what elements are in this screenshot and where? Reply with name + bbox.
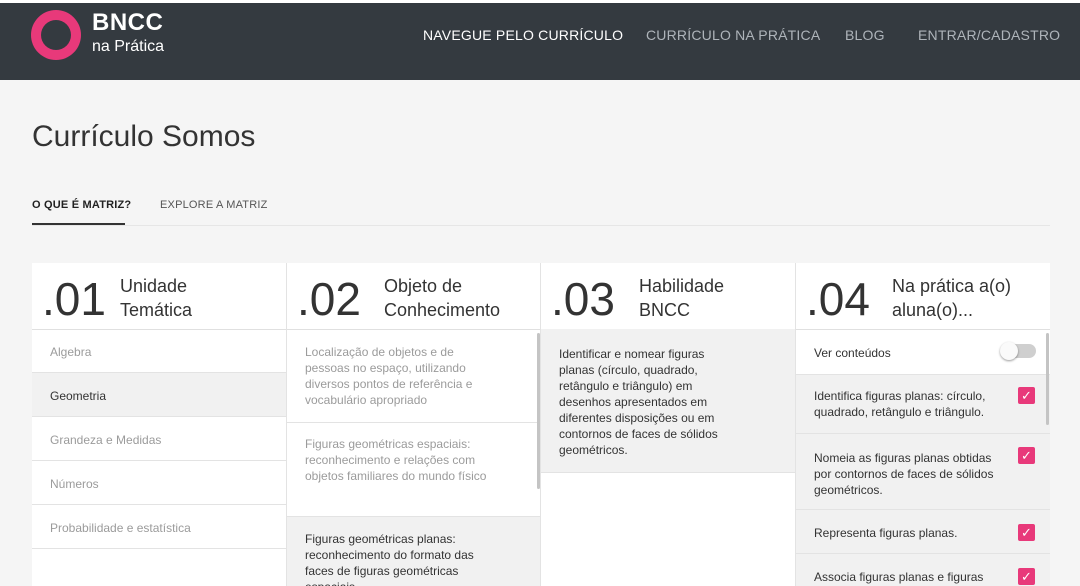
nav-entrar-cadastro[interactable]: ENTRAR/CADASTRO [918, 27, 1060, 43]
column-scrollbar[interactable] [1046, 333, 1049, 425]
column-header: .04 Na prática a(o) aluna(o)... [796, 263, 1050, 330]
column-scrollbar[interactable] [537, 333, 540, 489]
list-item-figuras-espaciais[interactable]: Figuras geométricas espaciais: reconheci… [287, 423, 540, 517]
list-item-representa[interactable]: Representa figuras planas. [796, 510, 1050, 554]
logo-subtitle[interactable]: na Prática [92, 38, 164, 56]
column-na-pratica: .04 Na prática a(o) aluna(o)... Ver cont… [796, 263, 1050, 586]
column-objeto-conhecimento: .02 Objeto de Conhecimento Localização d… [287, 263, 541, 586]
column-header: .03 Habilidade BNCC [541, 263, 795, 330]
list-item-localizacao[interactable]: Localização de objetos e de pessoas no e… [287, 329, 540, 423]
column-number: .03 [551, 273, 615, 325]
column-unidade-tematica: .01 Unidade Temática Algebra Geometria G… [32, 263, 287, 586]
column-title: Habilidade BNCC [639, 276, 725, 320]
list-item-probabilidade[interactable]: Probabilidade e estatística [32, 505, 286, 549]
column-title: Objeto de Conhecimento [384, 276, 501, 320]
ver-conteudos-label: Ver conteúdos [814, 346, 891, 360]
checkbox-checked-icon[interactable]: ✓ [1018, 524, 1035, 541]
checkbox-checked-icon[interactable]: ✓ [1018, 568, 1035, 585]
tab-o-que-e-matriz[interactable]: O QUE É MATRIZ? [32, 199, 131, 211]
site-header: BNCC na Prática NAVEGUE PELO CURRÍCULO C… [0, 3, 1080, 83]
column-title: Na prática a(o) aluna(o)... [892, 276, 1012, 320]
toggle-knob[interactable] [1000, 342, 1018, 360]
list-item-associa[interactable]: Associa figuras planas e figuras [796, 554, 1050, 586]
logo-ring-icon[interactable] [31, 10, 81, 60]
column-number: .01 [42, 273, 106, 325]
list-item-nomeia[interactable]: Nomeia as figuras planas obtidas por con… [796, 434, 1050, 510]
list-item-figuras-planas[interactable]: Figuras geométricas planas: reconhecimen… [287, 517, 540, 586]
list-item-algebra[interactable]: Algebra [32, 329, 286, 373]
logo-title[interactable]: BNCC [92, 9, 163, 37]
list-item-geometria[interactable]: Geometria [32, 373, 286, 417]
ver-conteudos-toggle[interactable] [1000, 342, 1036, 360]
list-item-grandeza-medidas[interactable]: Grandeza e Medidas [32, 417, 286, 461]
column-number: .04 [806, 273, 870, 325]
list-item-numeros[interactable]: Números [32, 461, 286, 505]
nav-active-indicator [423, 80, 610, 83]
list-item-habilidade[interactable]: Identificar e nomear figuras planas (cír… [541, 329, 795, 473]
list-item-identifica[interactable]: Identifica figuras planas: círculo, quad… [796, 375, 1050, 434]
nav-blog[interactable]: BLOG [845, 27, 885, 43]
column-header: .02 Objeto de Conhecimento [287, 263, 540, 330]
tab-active-indicator [32, 223, 125, 225]
page-title: Currículo Somos [32, 120, 256, 153]
checkbox-checked-icon[interactable]: ✓ [1018, 387, 1035, 404]
column-habilidade-bncc: .03 Habilidade BNCC Identificar e nomear… [541, 263, 796, 586]
tab-explore-matriz[interactable]: EXPLORE A MATRIZ [160, 199, 268, 211]
column-header: .01 Unidade Temática [32, 263, 286, 330]
column-number: .02 [297, 273, 361, 325]
tabs-divider [32, 225, 1050, 226]
nav-curriculo-pratica[interactable]: CURRÍCULO NA PRÁTICA [646, 27, 820, 43]
checkbox-checked-icon[interactable]: ✓ [1018, 447, 1035, 464]
nav-navegue[interactable]: NAVEGUE PELO CURRÍCULO [423, 27, 623, 43]
column-title: Unidade Temática [120, 276, 193, 320]
